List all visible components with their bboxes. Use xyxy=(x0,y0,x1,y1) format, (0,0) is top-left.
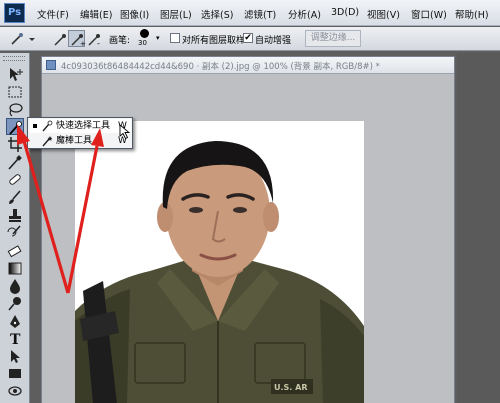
eyedropper-tool[interactable] xyxy=(6,154,24,171)
brush-size-value: 30 xyxy=(138,39,147,47)
options-bar: + - 画笔: 30 ▾ 对所有图层取样 ✔ 自动增强 调整边缘... xyxy=(0,27,500,51)
flyout-item-quick-selection[interactable]: 快速选择工具 W xyxy=(30,119,131,133)
document-tab[interactable]: 4c093036t86484442cd44&690 · 副本 (2).jpg @… xyxy=(42,57,454,74)
document-icon xyxy=(46,60,56,70)
marquee-tool[interactable] xyxy=(6,84,24,101)
auto-enhance-checkbox[interactable]: ✔ xyxy=(243,33,253,43)
menu-window[interactable]: 窗口(W) xyxy=(411,7,447,21)
magic-wand-icon xyxy=(42,136,53,147)
portrait-illustration: U.S. AR xyxy=(75,141,364,403)
brush-label: 画笔: xyxy=(109,36,131,46)
blur-tool[interactable] xyxy=(6,277,24,294)
mouse-cursor-icon xyxy=(119,124,131,140)
sample-all-layers-checkbox[interactable] xyxy=(170,33,180,43)
clone-stamp-tool[interactable] xyxy=(6,207,24,224)
auto-enhance-label: 自动增强 xyxy=(255,36,292,46)
panel-dock xyxy=(457,53,500,403)
checkmark-icon: ✔ xyxy=(244,33,252,43)
flyout-item-magic-wand[interactable]: 魔棒工具 W xyxy=(30,134,131,148)
3d-rotate-tool[interactable] xyxy=(6,382,24,399)
menu-image[interactable]: 图像(I) xyxy=(120,7,149,21)
path-selection-tool[interactable] xyxy=(6,348,24,365)
toolbox: T xyxy=(0,53,30,403)
menu-help[interactable]: 帮助(H) xyxy=(455,7,489,21)
crop-tool[interactable] xyxy=(6,136,24,153)
brush-picker[interactable]: 30 xyxy=(136,29,154,49)
add-to-selection-mode-button[interactable]: + xyxy=(68,30,86,48)
healing-brush-tool[interactable] xyxy=(6,171,24,188)
flyout-item-label: 快速选择工具 xyxy=(56,121,111,131)
document-window: 4c093036t86484442cd44&690 · 副本 (2).jpg @… xyxy=(41,56,455,403)
quick-selection-icon xyxy=(42,120,53,132)
lasso-tool[interactable] xyxy=(6,101,24,118)
document-title: 4c093036t86484442cd44&690 · 副本 (2).jpg @… xyxy=(61,62,380,72)
eraser-tool[interactable] xyxy=(6,242,24,259)
photoshop-logo: Ps xyxy=(4,3,25,23)
shape-tool[interactable] xyxy=(6,365,24,382)
history-brush-tool[interactable] xyxy=(6,224,24,241)
uniform-name-tape: U.S. AR xyxy=(274,383,307,392)
menu-analysis[interactable]: 分析(A) xyxy=(288,7,321,21)
menu-view[interactable]: 视图(V) xyxy=(367,7,400,21)
brush-dropdown-arrow-icon[interactable]: ▾ xyxy=(156,34,160,42)
quick-selection-tool[interactable] xyxy=(6,118,24,135)
active-tool-bullet-icon xyxy=(33,124,37,128)
menu-select[interactable]: 选择(S) xyxy=(201,7,233,21)
photoshop-window: Ps 文件(F) 编辑(E) 图像(I) 图层(L) 选择(S) 滤镜(T) 分… xyxy=(0,0,500,403)
sample-all-layers-label: 对所有图层取样 xyxy=(182,36,246,46)
svg-text:T: T xyxy=(10,332,21,347)
new-selection-mode-button[interactable] xyxy=(51,30,68,47)
menu-edit[interactable]: 编辑(E) xyxy=(80,7,112,21)
gradient-tool[interactable] xyxy=(6,260,24,277)
menu-layer[interactable]: 图层(L) xyxy=(160,7,192,21)
move-tool[interactable] xyxy=(6,66,24,83)
tool-preset-picker[interactable] xyxy=(6,30,36,47)
subtract-from-selection-mode-button[interactable]: - xyxy=(85,30,102,48)
brush-tool[interactable] xyxy=(6,189,24,206)
menu-file[interactable]: 文件(F) xyxy=(37,7,69,21)
selection-tool-flyout: 快速选择工具 W 魔棒工具 W xyxy=(27,117,133,149)
pen-tool[interactable] xyxy=(6,313,24,330)
menu-filter[interactable]: 滤镜(T) xyxy=(244,7,276,21)
type-tool[interactable]: T xyxy=(6,330,24,347)
toolbox-grip[interactable] xyxy=(3,56,25,61)
flyout-item-label: 魔棒工具 xyxy=(56,136,93,146)
dodge-tool[interactable] xyxy=(6,295,24,312)
menu-bar: Ps 文件(F) 编辑(E) 图像(I) 图层(L) 选择(S) 滤镜(T) 分… xyxy=(0,0,500,26)
refine-edge-button[interactable]: 调整边缘... xyxy=(305,30,361,47)
menu-3d[interactable]: 3D(D) xyxy=(331,7,359,18)
document-photo: U.S. AR xyxy=(75,121,364,403)
brush-tip-icon xyxy=(140,29,149,38)
svg-text:-: - xyxy=(97,39,100,48)
